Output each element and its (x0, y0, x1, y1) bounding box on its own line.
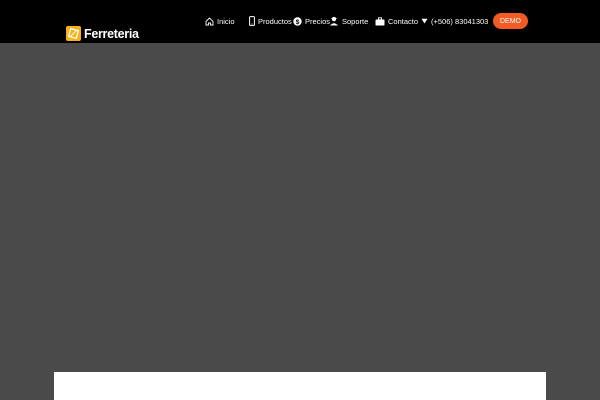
content-card (54, 372, 546, 400)
demo-button[interactable]: DEMO (493, 13, 528, 29)
nav-label-soporte: Soporte (342, 16, 369, 26)
top-navbar: Ferreteria Inicio Productos $ Precios So… (0, 0, 600, 43)
main-nav: Inicio Productos $ Precios Soporte Conta… (205, 13, 488, 29)
dollar-coin-icon: $ (293, 16, 302, 26)
logo-icon (66, 26, 81, 41)
nav-item-inicio[interactable]: Inicio (205, 13, 249, 29)
nav-item-soporte[interactable]: Soporte (329, 13, 375, 29)
nav-label-productos: Productos (258, 16, 292, 26)
nav-item-productos[interactable]: Productos (249, 13, 293, 29)
brand-logo-link[interactable]: Ferreteria (66, 26, 139, 41)
nav-item-contacto[interactable]: Contacto (375, 13, 421, 29)
nav-item-precios[interactable]: $ Precios (293, 13, 331, 29)
nav-label-phone: (+506) 83041303 (431, 16, 489, 26)
svg-text:$: $ (296, 18, 300, 25)
mobile-icon (249, 16, 255, 26)
brand-name: Ferreteria (84, 26, 139, 41)
briefcase-icon (375, 16, 385, 26)
nav-label-precios: Precios (305, 16, 331, 26)
hero-section (0, 43, 600, 400)
caret-down-icon (421, 18, 428, 24)
nav-label-inicio: Inicio (217, 16, 235, 26)
home-icon (205, 16, 214, 26)
support-agent-icon (329, 16, 339, 26)
nav-item-phone[interactable]: (+506) 83041303 (421, 13, 488, 29)
nav-label-contacto: Contacto (388, 16, 419, 26)
